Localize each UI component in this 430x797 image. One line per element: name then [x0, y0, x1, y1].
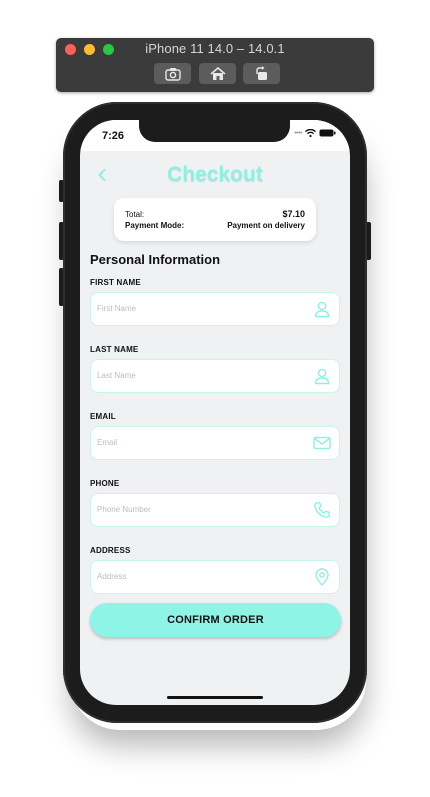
phone-label: PHONE	[90, 479, 120, 488]
user-icon	[314, 301, 330, 318]
section-title: Personal Information	[90, 252, 221, 267]
location-pin-icon	[315, 568, 329, 586]
email-label: EMAIL	[90, 412, 116, 421]
wifi-icon	[305, 129, 316, 137]
user-icon	[314, 368, 330, 385]
rotate-icon	[255, 66, 267, 80]
phone-placeholder: Phone Number	[97, 505, 151, 514]
home-button[interactable]	[199, 63, 236, 84]
screenshot-button[interactable]	[154, 63, 191, 84]
address-label: ADDRESS	[90, 546, 131, 555]
first-name-label: FIRST NAME	[90, 278, 141, 287]
total-row: Total: $7.10	[125, 209, 305, 219]
simulator-title-bar: iPhone 11 14.0 – 14.0.1	[56, 38, 374, 92]
phone-icon	[314, 502, 330, 518]
phone-field[interactable]: Phone Number	[90, 493, 340, 527]
address-field[interactable]: Address	[90, 560, 340, 594]
status-bar: 7:26 ••••	[80, 120, 350, 151]
rotate-button[interactable]	[243, 63, 280, 84]
last-name-placeholder: Last Name	[97, 371, 136, 380]
payment-row: Payment Mode: Payment on delivery	[125, 221, 305, 230]
first-name-field[interactable]: First Name	[90, 292, 340, 326]
page-title: Checkout	[167, 163, 263, 186]
status-icons: ••••	[294, 129, 336, 137]
address-placeholder: Address	[97, 572, 127, 581]
email-placeholder: Email	[97, 438, 118, 447]
notch	[139, 120, 290, 142]
last-name-label: LAST NAME	[90, 345, 139, 354]
total-value: $7.10	[282, 209, 305, 219]
app-screen: 7:26 •••• Checkout Total: $7.10 Payment	[80, 120, 350, 705]
last-name-field[interactable]: Last Name	[90, 359, 340, 393]
mail-icon	[313, 436, 331, 450]
first-name-placeholder: First Name	[97, 304, 137, 313]
status-time: 7:26	[102, 130, 125, 142]
home-indicator[interactable]	[167, 696, 263, 699]
screenshot-icon	[164, 67, 181, 81]
simulator-title: iPhone 11 14.0 – 14.0.1	[145, 41, 285, 56]
cellular-dots-icon: ••••	[294, 129, 302, 137]
payment-mode-value: Payment on delivery	[227, 221, 305, 230]
email-field[interactable]: Email	[90, 426, 340, 460]
home-icon	[209, 66, 226, 80]
battery-icon	[319, 129, 336, 137]
payment-mode-label: Payment Mode:	[125, 221, 185, 230]
confirm-order-button[interactable]: CONFIRM ORDER	[90, 603, 341, 637]
order-summary-card: Total: $7.10 Payment Mode: Payment on de…	[114, 198, 316, 241]
total-label: Total:	[125, 210, 145, 219]
